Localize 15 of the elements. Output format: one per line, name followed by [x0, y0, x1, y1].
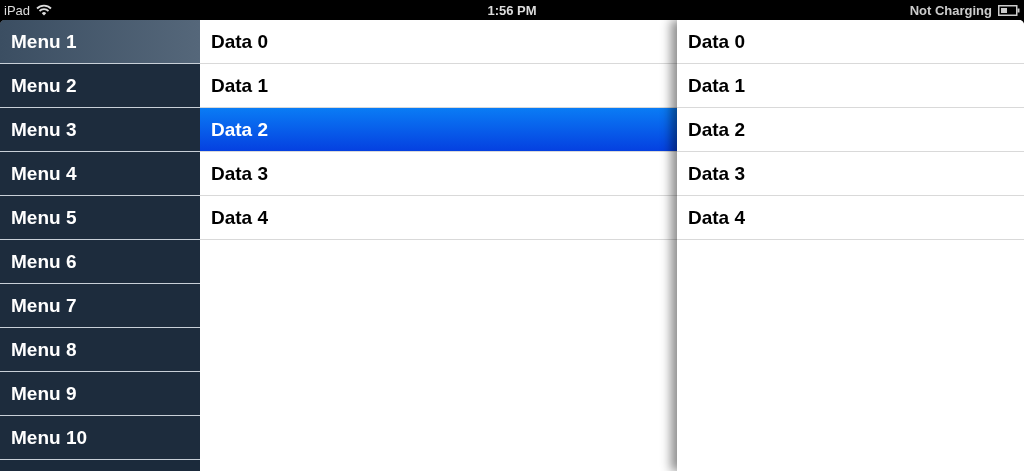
list-row[interactable]: Data 3	[677, 152, 1024, 196]
list-row[interactable]: Data 2	[200, 108, 677, 152]
battery-status: Not Charging	[909, 2, 992, 18]
list-row[interactable]: Data 0	[677, 20, 1024, 64]
menu-item[interactable]: Menu 1	[0, 20, 200, 64]
list-row[interactable]: Data 0	[200, 20, 677, 64]
list-row[interactable]: Data 1	[677, 64, 1024, 108]
wifi-icon	[36, 4, 53, 16]
device-name: iPad	[4, 2, 31, 18]
clock-time: 1:56 PM	[487, 2, 537, 18]
list-row[interactable]: Data 4	[677, 196, 1024, 240]
list-row[interactable]: Data 2	[677, 108, 1024, 152]
battery-icon	[998, 4, 1020, 16]
list-row[interactable]: Data 3	[200, 152, 677, 196]
list-row[interactable]: Data 4	[200, 196, 677, 240]
